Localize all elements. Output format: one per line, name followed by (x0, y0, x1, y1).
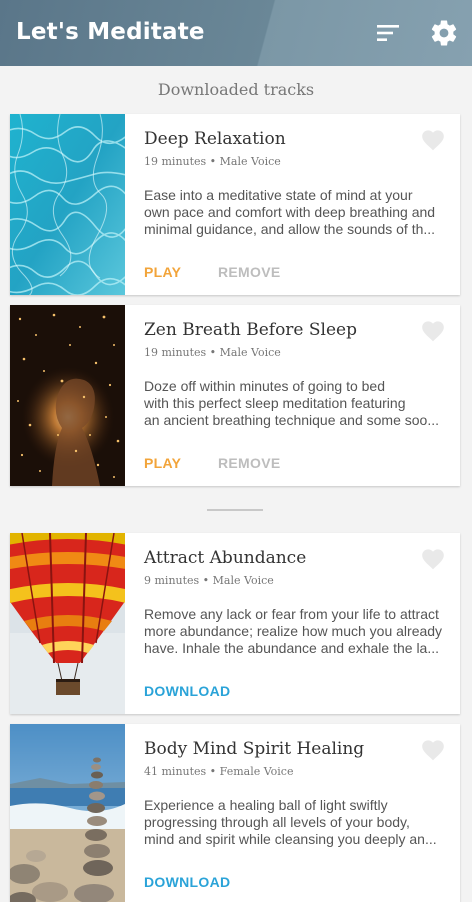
track-thumbnail-water (10, 114, 125, 295)
track-description: Ease into a meditative state of mind at … (144, 187, 446, 238)
track-description-line: more abundance; realize how much you alr… (144, 623, 443, 639)
track-title: Zen Breath Before Sleep (144, 320, 357, 340)
remove-button[interactable]: REMOVE (218, 264, 280, 280)
track-meta: 41 minutes • Female Voice (144, 765, 294, 778)
heart-icon[interactable] (420, 546, 446, 570)
download-button[interactable]: DOWNLOAD (144, 874, 230, 890)
track-thumbnail-hot-air-balloon (10, 533, 125, 714)
gear-icon[interactable] (429, 18, 459, 48)
track-card[interactable]: Attract Abundance 9 minutes • Male Voice… (10, 533, 460, 714)
heart-icon[interactable] (420, 737, 446, 761)
track-description: Doze off within minutes of going to bed … (144, 378, 446, 429)
track-meta: 19 minutes • Male Voice (144, 346, 281, 359)
track-description-line: minimal guidance, and allow the sounds o… (144, 221, 436, 237)
app-title: Let's Meditate (16, 19, 205, 45)
heart-icon[interactable] (420, 127, 446, 151)
track-description-line: have. Inhale the abundance and exhale th… (144, 640, 440, 656)
track-description-line: own pace and comfort with deep breathing… (144, 204, 436, 220)
track-card[interactable]: Deep Relaxation 19 minutes • Male Voice … (10, 114, 460, 295)
section-divider (207, 509, 263, 511)
play-button[interactable]: PLAY (144, 264, 181, 280)
track-description-line: Doze off within minutes of going to bed (144, 378, 386, 394)
download-button[interactable]: DOWNLOAD (144, 683, 230, 699)
heart-icon[interactable] (420, 318, 446, 342)
track-description-line: Remove any lack or fear from your life t… (144, 606, 439, 622)
app-bar: Let's Meditate (0, 0, 472, 66)
track-description-line: Experience a healing ball of light swift… (144, 797, 388, 813)
track-description: Remove any lack or fear from your life t… (144, 606, 446, 657)
sort-filter-icon[interactable] (374, 21, 402, 45)
track-title: Body Mind Spirit Healing (144, 739, 365, 759)
track-description-line: mind and spirit while cleansing you deep… (144, 831, 437, 847)
track-meta: 19 minutes • Male Voice (144, 155, 281, 168)
section-title: Downloaded tracks (157, 80, 315, 99)
track-thumbnail-stacked-stones (10, 724, 125, 902)
track-description-line: an ancient breathing technique and some … (144, 412, 439, 428)
remove-button[interactable]: REMOVE (218, 455, 280, 471)
track-card[interactable]: Body Mind Spirit Healing 41 minutes • Fe… (10, 724, 460, 902)
play-button[interactable]: PLAY (144, 455, 181, 471)
track-card[interactable]: Zen Breath Before Sleep 19 minutes • Mal… (10, 305, 460, 486)
track-thumbnail-glowing-figure (10, 305, 125, 486)
track-title: Deep Relaxation (144, 129, 286, 149)
track-description-line: with this perfect sleep meditation featu… (144, 395, 406, 411)
track-meta: 9 minutes • Male Voice (144, 574, 274, 587)
track-description: Experience a healing ball of light swift… (144, 797, 446, 848)
track-description-line: Ease into a meditative state of mind at … (144, 187, 413, 203)
track-title: Attract Abundance (144, 548, 307, 568)
track-description-line: progressing through all levels of your b… (144, 814, 410, 830)
